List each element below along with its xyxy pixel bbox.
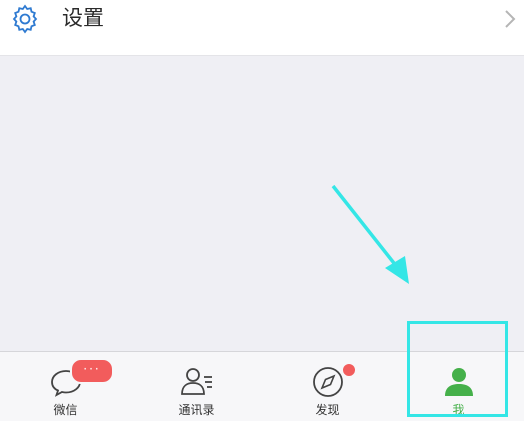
- settings-row[interactable]: 设置: [0, 0, 524, 56]
- tab-discover[interactable]: 发现: [262, 352, 393, 421]
- unread-badge: ···: [70, 358, 114, 384]
- tab-label: 通讯录: [178, 403, 215, 417]
- tab-label: 发现: [315, 403, 340, 417]
- annotation-arrow: [331, 184, 409, 284]
- settings-title: 设置: [62, 6, 104, 30]
- compass-icon: [312, 367, 343, 397]
- content-area: [0, 56, 524, 351]
- new-dot-badge: [341, 362, 357, 378]
- gear-icon: [12, 4, 38, 34]
- tab-contacts[interactable]: 通讯录: [131, 352, 262, 421]
- annotation-highlight-box: [407, 321, 508, 417]
- chevron-right-icon: [505, 10, 516, 28]
- tab-label: 微信: [53, 403, 78, 417]
- contacts-icon: [180, 368, 212, 395]
